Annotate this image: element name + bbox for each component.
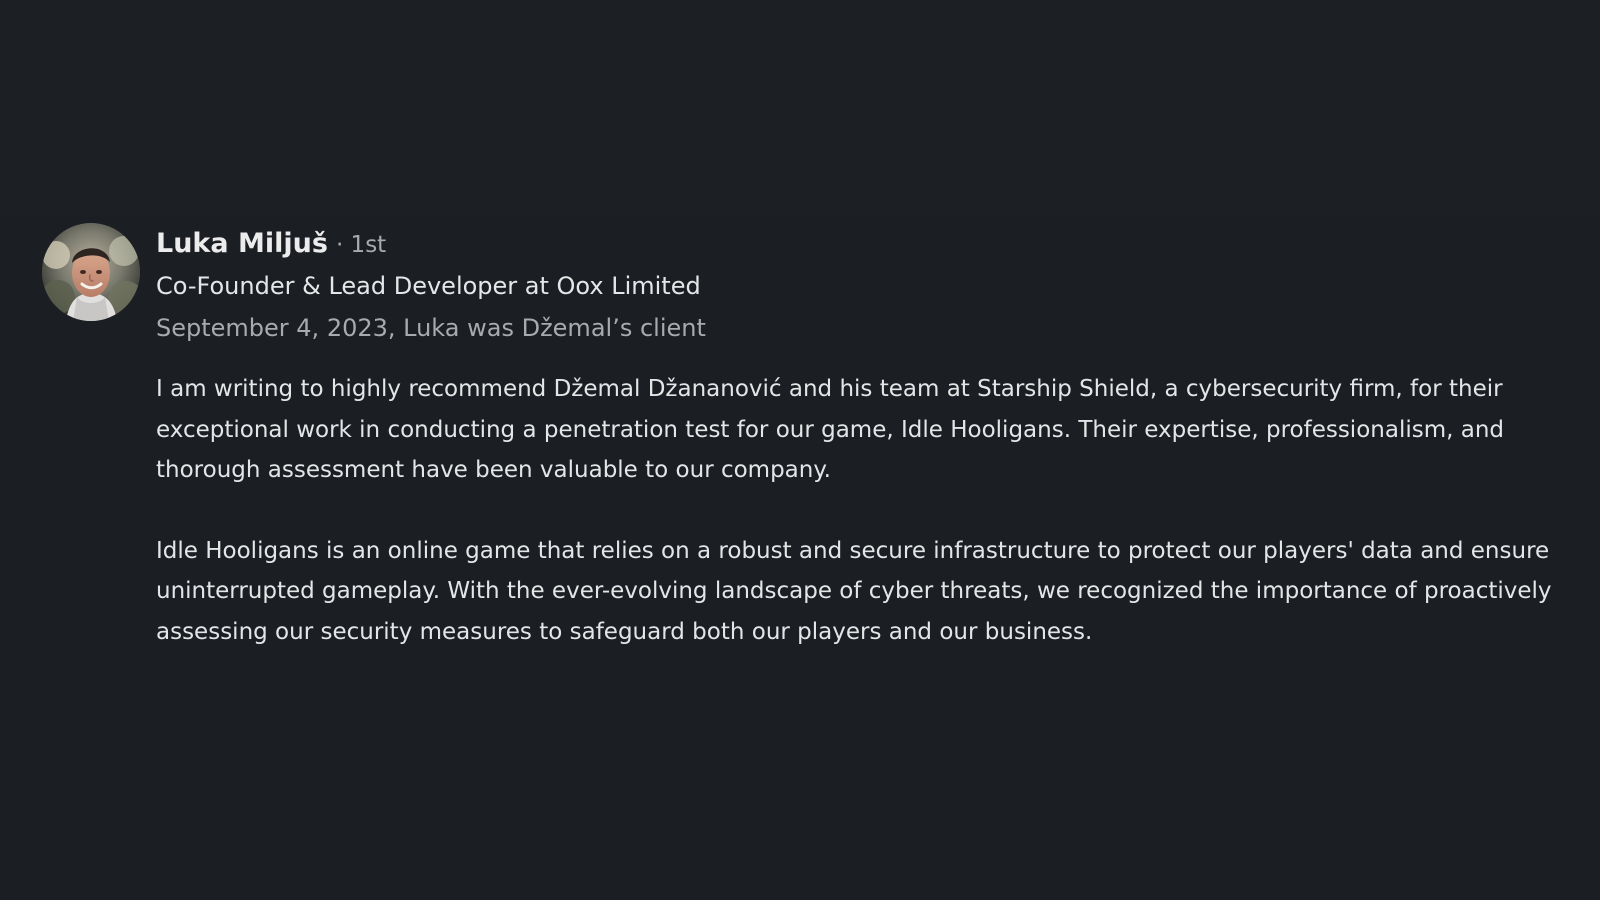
top-background-band [0,0,1600,215]
recommendation-body: I am writing to highly recommend Džemal … [156,369,1562,652]
author-avatar[interactable] [42,223,140,321]
author-headline: Co-Founder & Lead Developer at Oox Limit… [156,272,701,300]
recommendation-content: Luka Miljuš · 1st Co-Founder & Lead Deve… [156,223,1572,652]
recommendation-meta: September 4, 2023, Luka was Džemal’s cli… [156,314,706,342]
recommendation-paragraph-1: I am writing to highly recommend Džemal … [156,376,1505,483]
profile-photo-icon [42,223,140,321]
author-name[interactable]: Luka Miljuš [156,223,328,265]
author-name-row: Luka Miljuš · 1st [156,223,1572,265]
connection-degree: · 1st [335,232,387,258]
recommendation-page: Luka Miljuš · 1st Co-Founder & Lead Deve… [0,0,1600,900]
recommendation-paragraph-2: Idle Hooligans is an online game that re… [156,537,1552,645]
